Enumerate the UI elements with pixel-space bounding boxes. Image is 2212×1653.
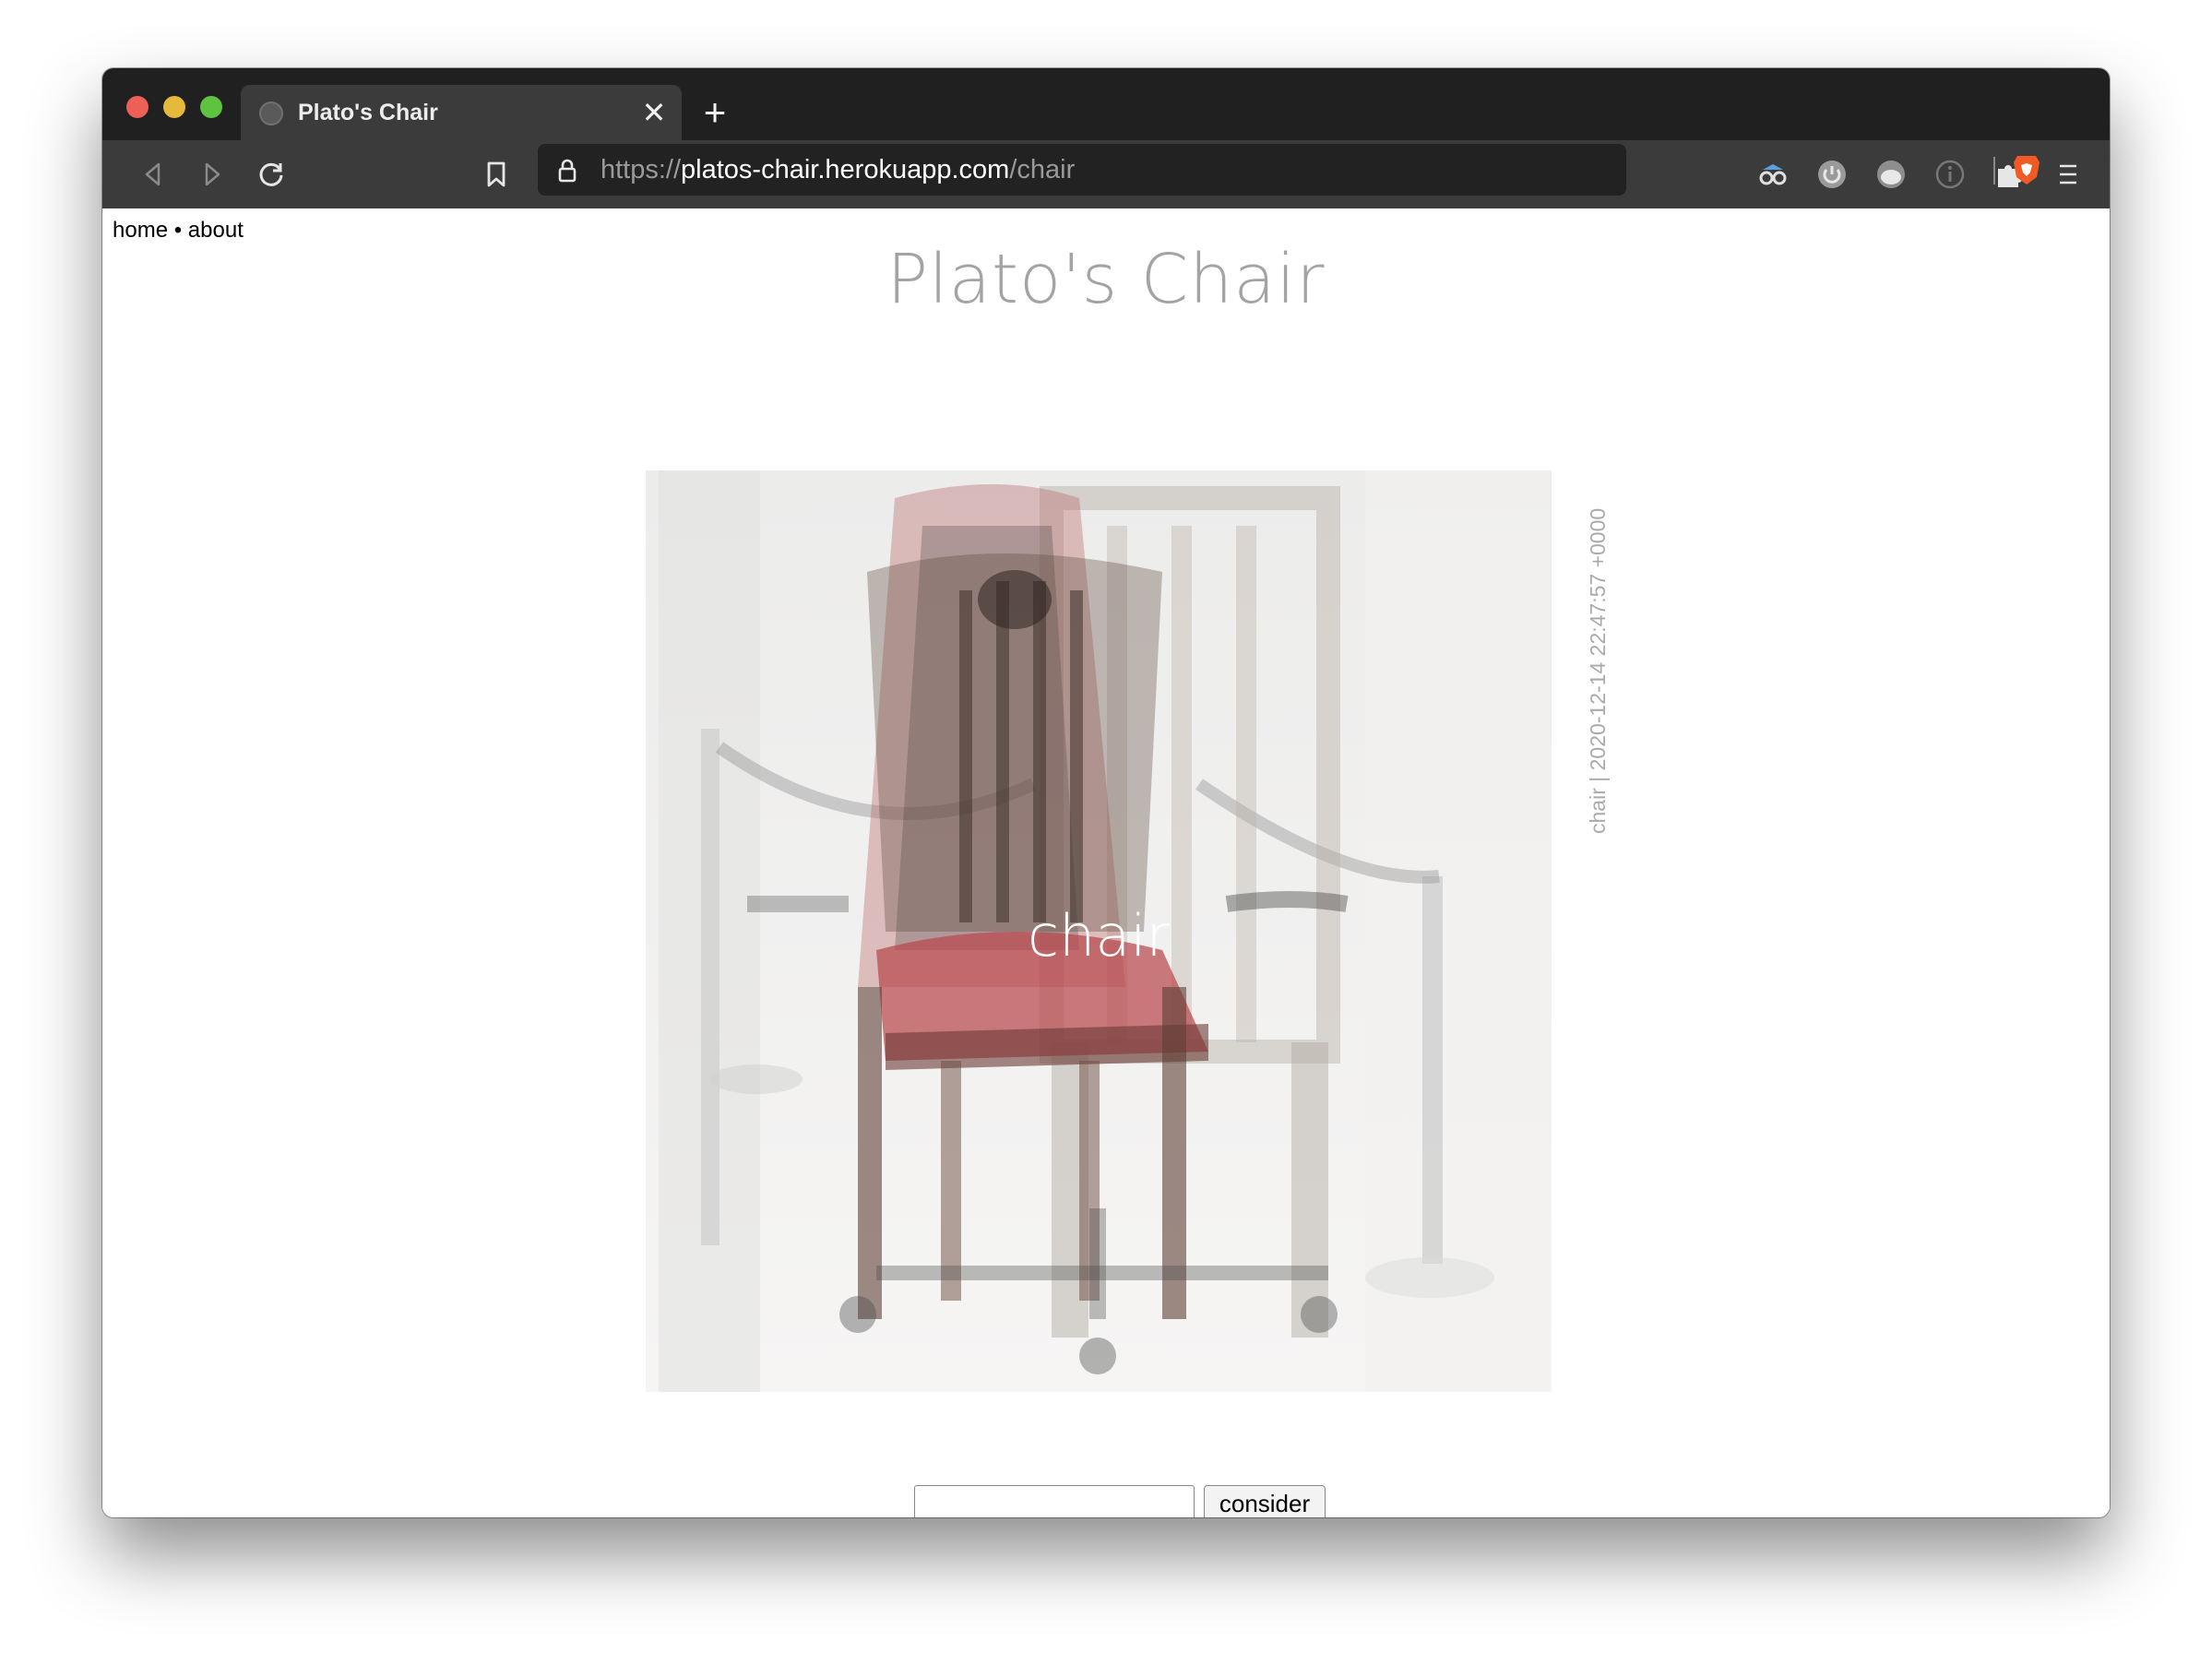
nav-about-link[interactable]: about xyxy=(188,218,244,243)
tab-title: Plato's Chair xyxy=(298,100,438,125)
maximize-window-button[interactable] xyxy=(200,96,222,118)
lock-icon xyxy=(558,159,577,187)
query-input[interactable] xyxy=(914,1485,1195,1517)
close-window-button[interactable] xyxy=(126,96,149,118)
minimize-window-button[interactable] xyxy=(163,96,185,118)
nav-separator: • xyxy=(173,218,183,243)
chair-composite-image: chair xyxy=(646,470,1552,1392)
page-title: Plato's Chair xyxy=(886,240,1326,319)
image-caption: chair | 2020-12-14 22:47:57 +0000 xyxy=(1586,507,1610,834)
tab-bar: Plato's Chair ✕ + xyxy=(102,68,2110,140)
globe-icon xyxy=(259,101,283,125)
bookmark-icon[interactable] xyxy=(479,157,514,192)
url-divider xyxy=(1993,157,1995,184)
url-text: https://platos-chair.herokuapp.com/chair xyxy=(601,155,1076,184)
reload-icon[interactable] xyxy=(254,157,289,192)
close-tab-icon[interactable]: ✕ xyxy=(637,96,671,129)
forward-icon[interactable] xyxy=(195,157,230,192)
active-tab[interactable]: Plato's Chair ✕ xyxy=(241,85,682,140)
consider-button[interactable]: consider xyxy=(1204,1485,1326,1517)
browser-window: Plato's Chair ✕ + https://platos-chair.h… xyxy=(102,68,2110,1517)
image-overlay-label: chair xyxy=(1027,902,1171,969)
extension-4-icon[interactable] xyxy=(1933,157,1968,192)
page-content: home • about Plato's Chair chair chair |… xyxy=(102,208,2110,1517)
menu-icon[interactable] xyxy=(2051,157,2086,192)
extension-3-icon[interactable] xyxy=(1873,157,1909,192)
nav-home-link[interactable]: home xyxy=(113,218,168,243)
extension-2-icon[interactable] xyxy=(1814,157,1849,192)
back-icon[interactable] xyxy=(136,157,171,192)
address-bar[interactable]: https://platos-chair.herokuapp.com/chair xyxy=(538,144,2040,196)
brave-shield-icon[interactable] xyxy=(2012,153,2041,191)
new-tab-button[interactable]: + xyxy=(696,93,733,132)
extension-1-icon[interactable] xyxy=(1755,157,1790,192)
